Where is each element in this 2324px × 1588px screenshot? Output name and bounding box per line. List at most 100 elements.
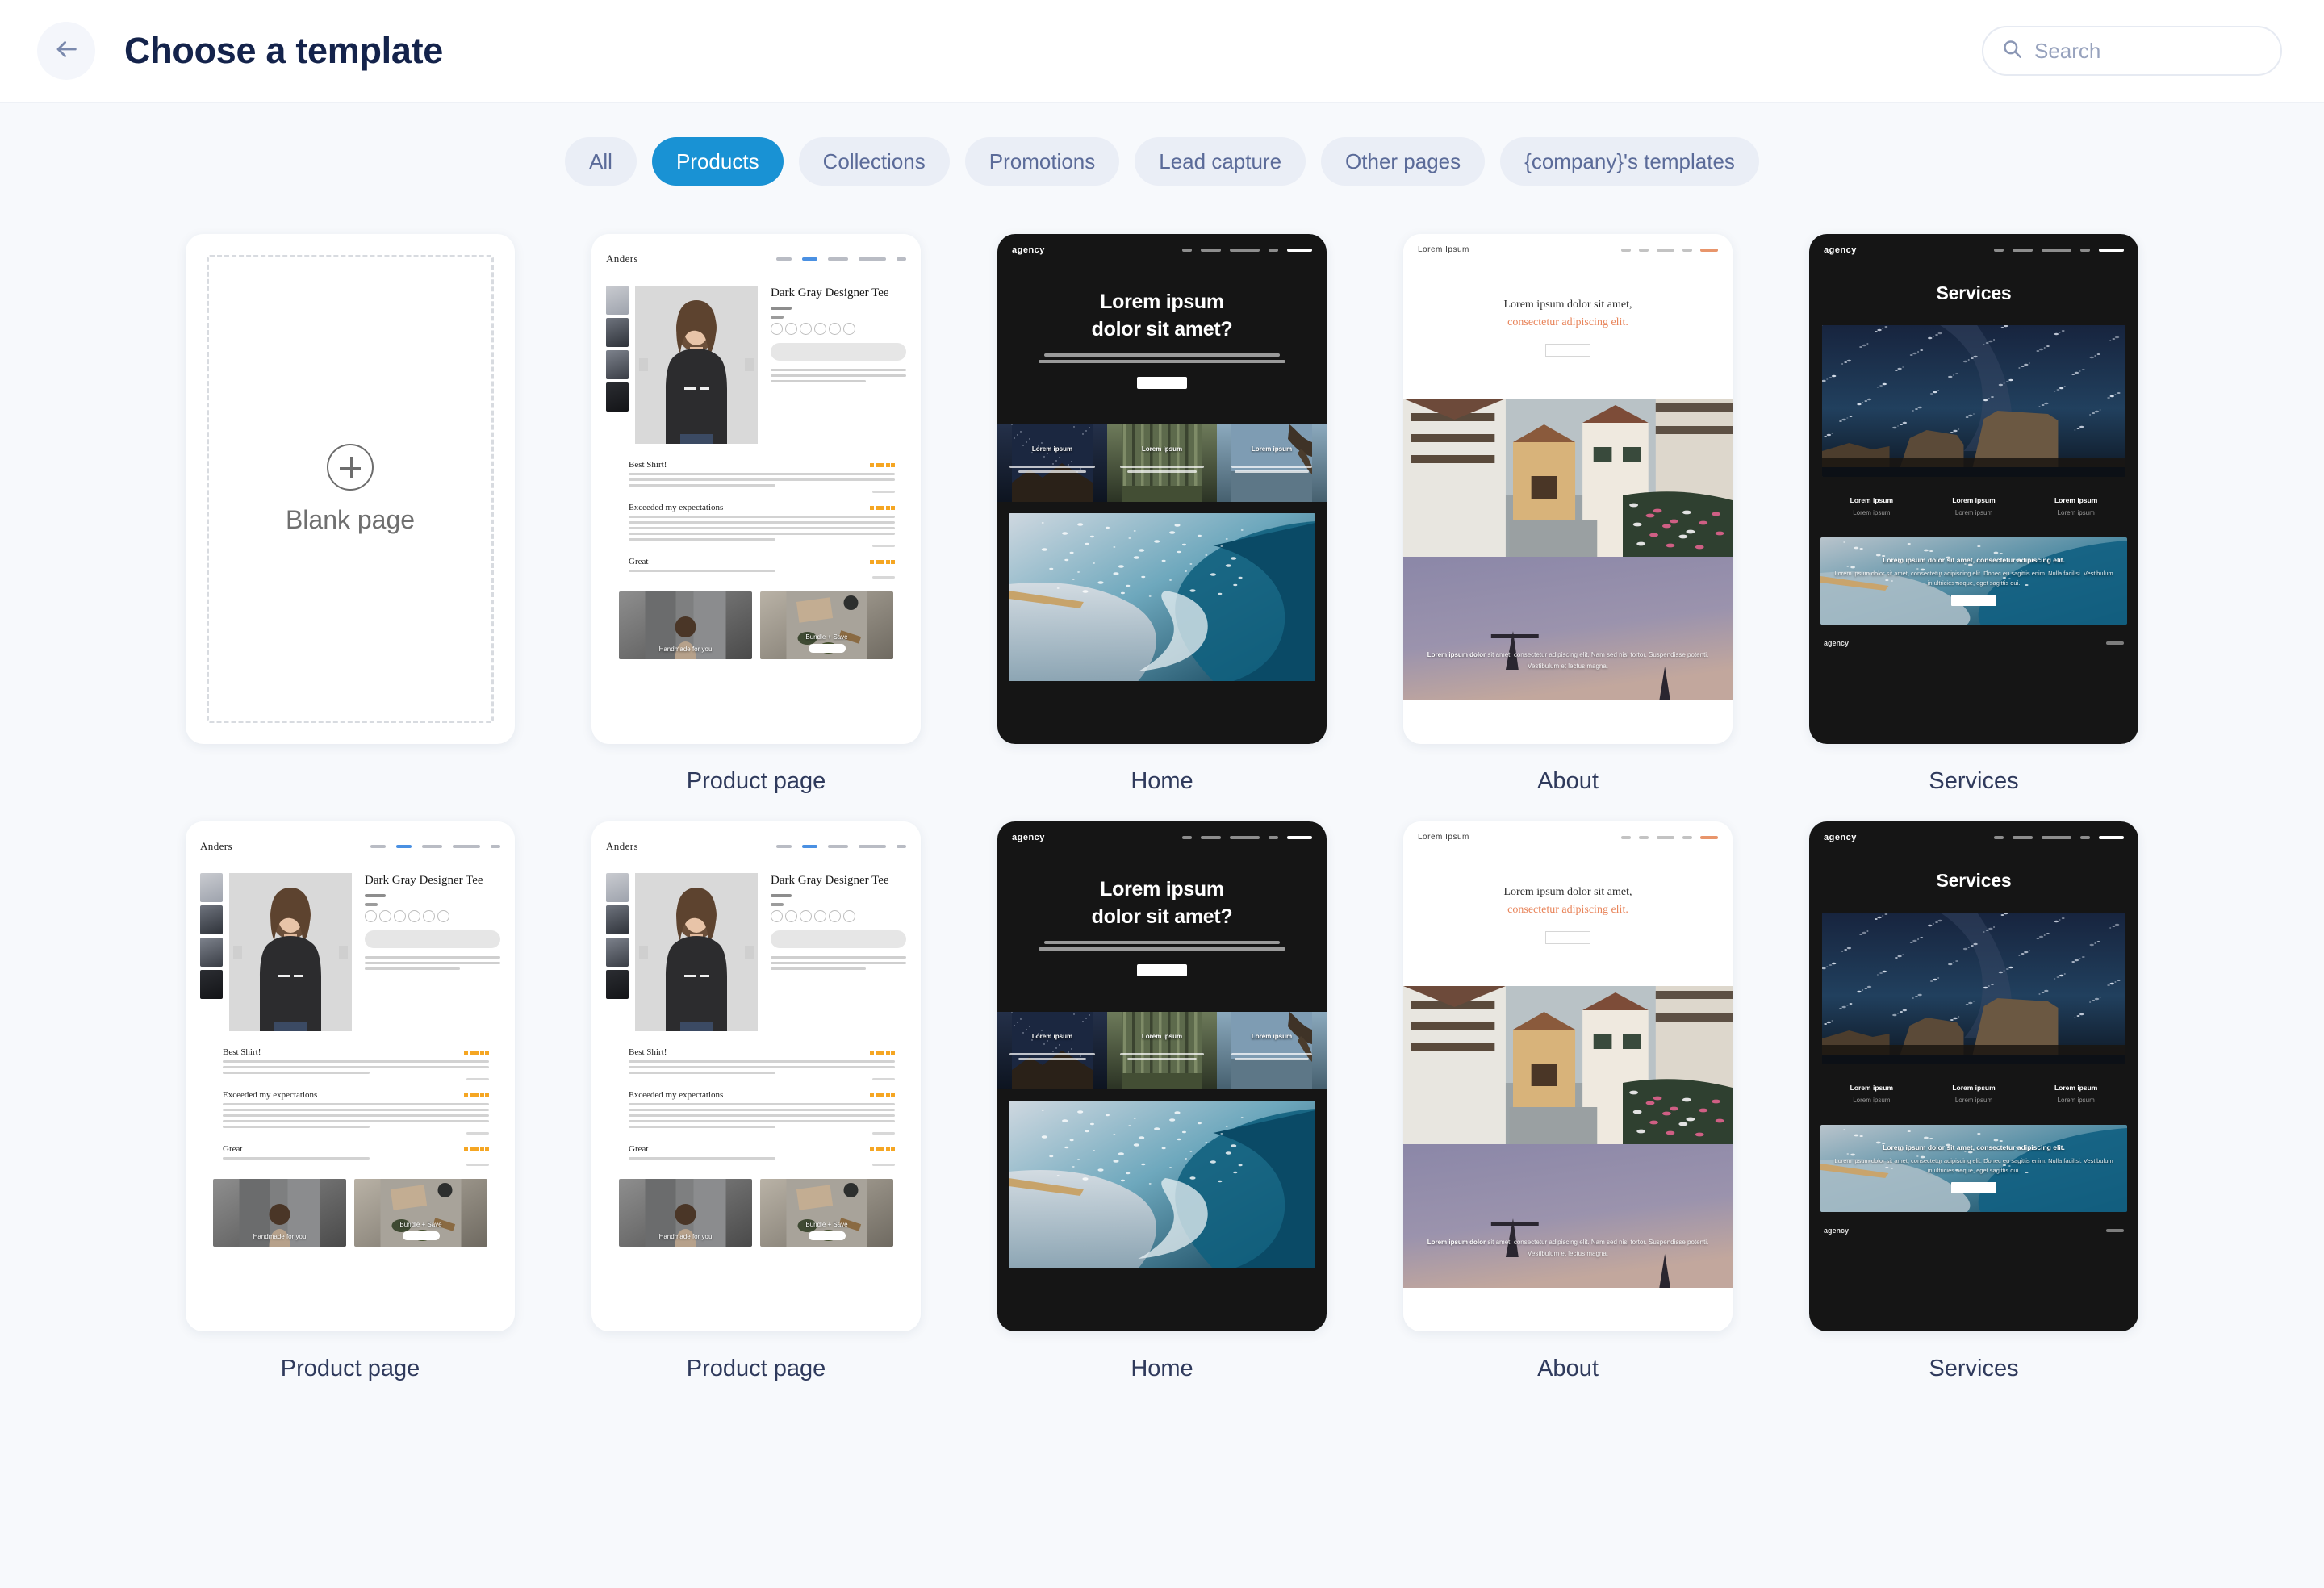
preview-column: Lorem ipsum Lorem ipsum bbox=[1923, 496, 2025, 516]
filter-chip-company-templates[interactable]: {company}'s templates bbox=[1500, 137, 1759, 186]
preview-review-author bbox=[466, 1164, 489, 1166]
preview-nav-item bbox=[2099, 836, 2124, 839]
preview-reviews: Best Shirt! Exceeded my expectations Gre… bbox=[629, 1047, 895, 1166]
template-card-services[interactable]: agency Services Lorem ipsum Lorem ipsum … bbox=[1809, 234, 2138, 744]
preview-size-option bbox=[843, 322, 855, 335]
arrow-left-icon bbox=[52, 36, 80, 67]
preview-logo: Lorem Ipsum bbox=[1418, 833, 1469, 842]
preview-review-author bbox=[466, 1132, 489, 1135]
preview-promo-button bbox=[808, 644, 846, 653]
preview-size-option bbox=[379, 909, 391, 922]
template-cell: Lorem Ipsum Lorem ipsum dolor sit amet, c… bbox=[1403, 234, 1733, 821]
template-card-home[interactable]: agency Lorem ipsum dolor sit amet? Lorem … bbox=[997, 821, 1327, 1331]
preview-promo-card: Bundle + Save bbox=[760, 1179, 893, 1247]
template-card-blank[interactable]: Blank page bbox=[186, 234, 515, 744]
back-button[interactable] bbox=[37, 22, 95, 80]
preview-model-photo bbox=[666, 300, 727, 444]
preview-cta-banner: Lorem ipsum dolor sit amet, consectetur … bbox=[1820, 537, 2127, 625]
preview-nav-item bbox=[859, 257, 886, 261]
preview-product-title: Dark Gray Designer Tee bbox=[365, 874, 483, 887]
preview-header: Lorem Ipsum bbox=[1403, 821, 1733, 842]
preview-header: agency bbox=[997, 821, 1327, 842]
preview-prev-arrow bbox=[639, 358, 648, 371]
preview-nav bbox=[776, 845, 906, 848]
preview-nav-item bbox=[2042, 249, 2071, 252]
template-card-product[interactable]: Anders Dark Gray Designer Tee Best Shirt… bbox=[591, 821, 921, 1331]
preview-promo-card: Handmade for you bbox=[213, 1179, 346, 1247]
template-card-home[interactable]: agency Lorem ipsum dolor sit amet? Lorem … bbox=[997, 234, 1327, 744]
preview-size-option bbox=[785, 322, 797, 335]
preview-services-page: agency Services Lorem ipsum Lorem ipsum … bbox=[1809, 234, 2138, 744]
preview-size-label bbox=[771, 903, 784, 906]
filter-chip-products[interactable]: Products bbox=[651, 137, 784, 186]
preview-add-to-cart bbox=[771, 930, 906, 948]
filter-chip-all[interactable]: All bbox=[565, 137, 637, 186]
template-card-about[interactable]: Lorem Ipsum Lorem ipsum dolor sit amet, c… bbox=[1403, 234, 1733, 744]
template-cell: agency Lorem ipsum dolor sit amet? Lorem … bbox=[997, 821, 1327, 1409]
preview-reviews: Best Shirt! Exceeded my expectations Gre… bbox=[223, 1047, 489, 1166]
preview-nav-item bbox=[453, 845, 480, 848]
filter-chip-collections[interactable]: Collections bbox=[798, 137, 950, 186]
template-cell: Blank page bbox=[186, 234, 515, 821]
preview-product-title: Dark Gray Designer Tee bbox=[771, 874, 889, 887]
template-card-product[interactable]: Anders Dark Gray Designer Tee Best Shirt… bbox=[591, 234, 921, 744]
preview-column-title: Lorem ipsum bbox=[2054, 1084, 2098, 1092]
preview-nav-item bbox=[1639, 835, 1649, 839]
preview-heading: Services bbox=[1936, 282, 2012, 303]
preview-logo: agency bbox=[1824, 833, 1857, 842]
template-card-label: Product page bbox=[686, 768, 826, 794]
template-card-label: Home bbox=[1131, 1356, 1193, 1381]
preview-footer: agency bbox=[1809, 625, 2138, 647]
template-cell: Lorem Ipsum Lorem ipsum dolor sit amet, c… bbox=[1403, 821, 1733, 1409]
filter-chip-promotions[interactable]: Promotions bbox=[964, 137, 1120, 186]
preview-nav-item bbox=[1682, 835, 1692, 839]
template-card-about[interactable]: Lorem Ipsum Lorem ipsum dolor sit amet, c… bbox=[1403, 821, 1733, 1331]
filter-chip-lead-capture[interactable]: Lead capture bbox=[1135, 137, 1306, 186]
template-card-label: About bbox=[1537, 768, 1599, 794]
preview-star-rating bbox=[464, 1147, 489, 1151]
preview-review-title: Exceeded my expectations bbox=[629, 1090, 724, 1100]
preview-nav bbox=[1994, 836, 2124, 839]
preview-review-title: Exceeded my expectations bbox=[223, 1090, 318, 1100]
search-box[interactable] bbox=[1982, 26, 2282, 76]
preview-footer-logo: agency bbox=[1824, 1227, 1850, 1235]
preview-nav-item bbox=[1201, 249, 1221, 252]
preview-heading: Services bbox=[1936, 870, 2012, 891]
preview-column-title: Lorem ipsum bbox=[1952, 496, 1996, 504]
preview-heading: Lorem ipsum dolor sit amet, consectetur a… bbox=[1503, 886, 1632, 916]
preview-column-subtitle: Lorem ipsum bbox=[2057, 509, 2095, 516]
preview-nav-item bbox=[1182, 836, 1192, 839]
preview-review: Best Shirt! bbox=[629, 1047, 895, 1080]
preview-about-page: Lorem Ipsum Lorem ipsum dolor sit amet, c… bbox=[1403, 234, 1733, 744]
preview-review-author bbox=[872, 1164, 895, 1166]
preview-column-title: Lorem ipsum bbox=[1251, 445, 1293, 453]
preview-promo-card: Bundle + Save bbox=[354, 1179, 487, 1247]
preview-cta-button bbox=[1545, 344, 1590, 357]
preview-thumb bbox=[200, 938, 223, 967]
preview-services-page: agency Services Lorem ipsum Lorem ipsum … bbox=[1809, 821, 2138, 1331]
preview-review: Exceeded my expectations bbox=[629, 503, 895, 547]
preview-add-to-cart bbox=[365, 930, 500, 948]
preview-nav bbox=[1182, 836, 1312, 839]
filter-chip-row: All Products Collections Promotions Lead… bbox=[0, 103, 2324, 186]
preview-nav-item bbox=[1657, 248, 1674, 252]
preview-column-row: Lorem ipsum Lorem ipsum Lorem ipsum bbox=[997, 424, 1327, 502]
preview-gradient-section: Lorem ipsum dolor sit amet, consectetur … bbox=[1403, 557, 1733, 701]
preview-thumb bbox=[606, 286, 629, 315]
template-card-services[interactable]: agency Services Lorem ipsum Lorem ipsum … bbox=[1809, 821, 2138, 1331]
preview-next-arrow bbox=[745, 358, 754, 371]
preview-wave-image bbox=[1009, 1100, 1315, 1268]
preview-header: Anders bbox=[200, 834, 500, 859]
preview-header: agency bbox=[1809, 821, 2138, 842]
template-card-product[interactable]: Anders Dark Gray Designer Tee Best Shirt… bbox=[186, 821, 515, 1331]
preview-size-options bbox=[771, 322, 906, 335]
preview-footer-logo: agency bbox=[1824, 639, 1850, 647]
preview-about-page: Lorem Ipsum Lorem ipsum dolor sit amet, c… bbox=[1403, 821, 1733, 1331]
preview-promo-card: Handmade for you bbox=[619, 591, 752, 659]
filter-chip-other-pages[interactable]: Other pages bbox=[1321, 137, 1486, 186]
preview-size-option bbox=[843, 909, 855, 922]
search-input[interactable] bbox=[2034, 38, 2263, 64]
preview-price bbox=[365, 894, 386, 897]
preview-size-options bbox=[365, 909, 500, 922]
preview-cta-button bbox=[1951, 595, 1996, 607]
